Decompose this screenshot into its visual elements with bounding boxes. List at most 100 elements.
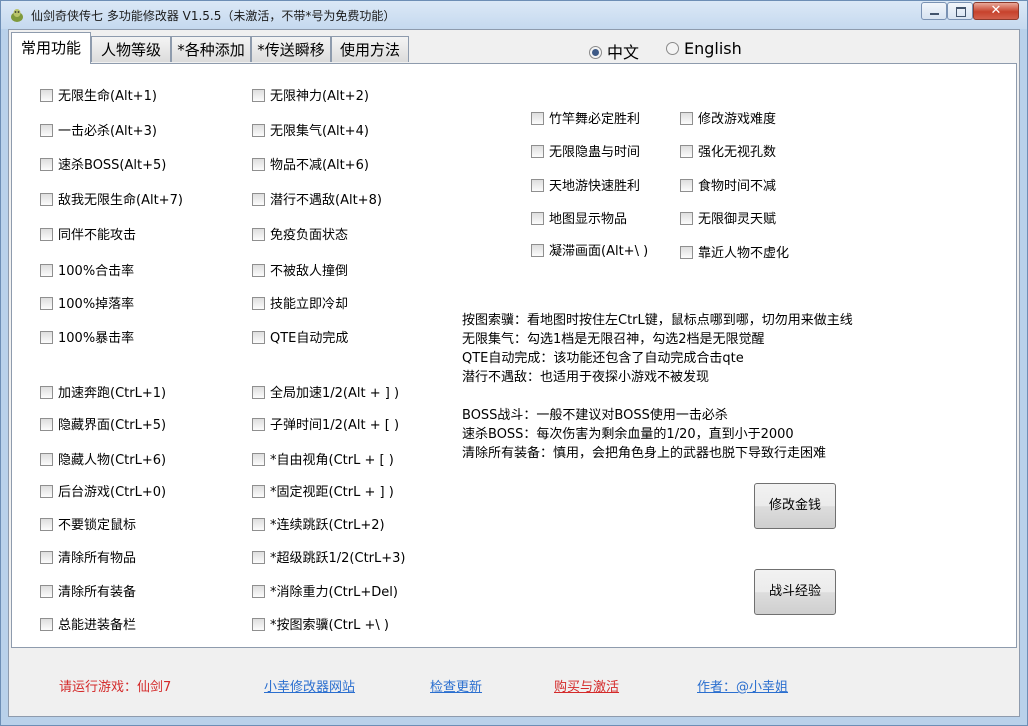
option-combo-rate[interactable]: 100%合击率: [40, 264, 134, 280]
option-crit-rate[interactable]: 100%暴击率: [40, 331, 134, 347]
option-unlock-mouse[interactable]: 不要锁定鼠标: [40, 518, 136, 534]
checkbox[interactable]: [252, 618, 265, 631]
checkbox[interactable]: [252, 485, 265, 498]
checkbox[interactable]: [252, 264, 265, 277]
checkbox[interactable]: [252, 228, 265, 241]
option-speed-run[interactable]: 加速奔跑(CtrL+1): [40, 386, 166, 402]
option-instant-cooldown[interactable]: 技能立即冷却: [252, 297, 348, 313]
checkbox[interactable]: [531, 112, 544, 125]
option-infinite-charge[interactable]: 无限集气(Alt+4): [252, 124, 369, 140]
checkbox[interactable]: [531, 244, 544, 257]
checkbox[interactable]: [40, 618, 53, 631]
option-clear-items[interactable]: 清除所有物品: [40, 551, 136, 567]
checkbox[interactable]: [252, 124, 265, 137]
maximize-button[interactable]: [947, 2, 973, 20]
option-background-game[interactable]: 后台游戏(CtrL+0): [40, 485, 166, 501]
check-update-link[interactable]: 检查更新: [430, 676, 482, 695]
checkbox[interactable]: [40, 386, 53, 399]
checkbox[interactable]: [252, 193, 265, 206]
option-bullet-time[interactable]: 子弹时间1/2(Alt + [ ): [252, 418, 399, 434]
checkbox[interactable]: [252, 585, 265, 598]
option-infinite-power[interactable]: 无限神力(Alt+2): [252, 89, 369, 105]
option-global-speed[interactable]: 全局加速1/2(Alt + ] ): [252, 386, 399, 402]
option-freeze-frame[interactable]: 凝滞画面(Alt+\ ): [531, 244, 648, 260]
option-ally-no-attack[interactable]: 同伴不能攻击: [40, 228, 136, 244]
checkbox[interactable]: [40, 551, 53, 564]
checkbox[interactable]: [252, 551, 265, 564]
option-auto-qte[interactable]: QTE自动完成: [252, 331, 348, 347]
checkbox[interactable]: [680, 212, 693, 225]
website-link[interactable]: 小幸修改器网站: [264, 676, 355, 695]
tab-common[interactable]: 常用功能: [11, 32, 91, 64]
modify-money-button[interactable]: 修改金钱: [754, 483, 836, 529]
battle-exp-button[interactable]: 战斗经验: [754, 569, 836, 615]
checkbox[interactable]: [680, 112, 693, 125]
option-infinite-hp[interactable]: 无限生命(Alt+1): [40, 89, 157, 105]
option-free-camera[interactable]: *自由视角(CtrL + [ ): [252, 453, 394, 469]
option-immune-debuff[interactable]: 免疫负面状态: [252, 228, 348, 244]
option-ignore-slots[interactable]: 强化无视孔数: [680, 145, 776, 161]
buy-activate-link[interactable]: 购买与激活: [554, 676, 619, 695]
option-always-equip[interactable]: 总能进装备栏: [40, 618, 136, 634]
option-food-time[interactable]: 食物时间不减: [680, 179, 776, 195]
option-stealth[interactable]: 潜行不遇敌(Alt+8): [252, 193, 382, 209]
checkbox[interactable]: [531, 212, 544, 225]
checkbox[interactable]: [40, 418, 53, 431]
option-map-show-items[interactable]: 地图显示物品: [531, 212, 627, 228]
option-map-teleport[interactable]: *按图索骥(CtrL +\ ): [252, 618, 389, 634]
option-all-infinite-hp[interactable]: 敌我无限生命(Alt+7): [40, 193, 183, 209]
checkbox[interactable]: [40, 158, 53, 171]
option-items-no-decrease[interactable]: 物品不减(Alt+6): [252, 158, 369, 174]
checkbox[interactable]: [680, 145, 693, 158]
checkbox[interactable]: [40, 264, 53, 277]
author-link[interactable]: 作者：@小幸姐: [697, 676, 788, 695]
option-bamboo-dance-win[interactable]: 竹竿舞必定胜利: [531, 112, 640, 128]
tab-add-items[interactable]: *各种添加: [171, 36, 251, 62]
checkbox[interactable]: [252, 89, 265, 102]
tab-usage[interactable]: 使用方法: [331, 36, 409, 62]
option-infinite-gu[interactable]: 无限隐蛊与时间: [531, 145, 640, 161]
checkbox[interactable]: [40, 193, 53, 206]
checkbox[interactable]: [531, 145, 544, 158]
title-bar[interactable]: 仙剑奇侠传七 多功能修改器 V1.5.5（未激活，不带*号为免费功能） ✕: [1, 1, 1027, 29]
checkbox[interactable]: [531, 179, 544, 192]
option-clear-equipment[interactable]: 清除所有装备: [40, 585, 136, 601]
checkbox[interactable]: [680, 246, 693, 259]
checkbox[interactable]: [252, 158, 265, 171]
checkbox[interactable]: [40, 89, 53, 102]
checkbox[interactable]: [252, 297, 265, 310]
radio-english[interactable]: English: [666, 39, 742, 58]
tab-teleport[interactable]: *传送瞬移: [251, 36, 331, 62]
option-difficulty[interactable]: 修改游戏难度: [680, 112, 776, 128]
checkbox[interactable]: [40, 518, 53, 531]
option-multi-jump[interactable]: *连续跳跃(CtrL+2): [252, 518, 385, 534]
checkbox[interactable]: [40, 331, 53, 344]
option-hide-ui[interactable]: 隐藏界面(CtrL+5): [40, 418, 166, 434]
option-no-knockdown[interactable]: 不被敌人撞倒: [252, 264, 348, 280]
close-button[interactable]: ✕: [973, 2, 1019, 20]
option-fast-kill-boss[interactable]: 速杀BOSS(Alt+5): [40, 158, 166, 174]
checkbox[interactable]: [252, 453, 265, 466]
option-no-gravity[interactable]: *消除重力(CtrL+Del): [252, 585, 398, 601]
checkbox[interactable]: [40, 124, 53, 137]
option-infinite-talent[interactable]: 无限御灵天赋: [680, 212, 776, 228]
option-hide-character[interactable]: 隐藏人物(CtrL+6): [40, 453, 166, 469]
checkbox[interactable]: [252, 518, 265, 531]
checkbox[interactable]: [40, 453, 53, 466]
checkbox[interactable]: [40, 228, 53, 241]
option-tiandi-win[interactable]: 天地游快速胜利: [531, 179, 640, 195]
option-one-hit-kill[interactable]: 一击必杀(Alt+3): [40, 124, 157, 140]
tab-character-level[interactable]: 人物等级: [91, 36, 171, 62]
checkbox[interactable]: [40, 485, 53, 498]
checkbox[interactable]: [252, 331, 265, 344]
checkbox[interactable]: [40, 297, 53, 310]
checkbox[interactable]: [252, 418, 265, 431]
minimize-button[interactable]: [921, 2, 947, 20]
option-super-jump[interactable]: *超级跳跃1/2(CtrL+3): [252, 551, 406, 567]
checkbox[interactable]: [252, 386, 265, 399]
radio-chinese[interactable]: 中文: [589, 39, 639, 63]
checkbox[interactable]: [40, 585, 53, 598]
option-drop-rate[interactable]: 100%掉落率: [40, 297, 134, 313]
option-fixed-distance[interactable]: *固定视距(CtrL + ] ): [252, 485, 394, 501]
checkbox[interactable]: [680, 179, 693, 192]
